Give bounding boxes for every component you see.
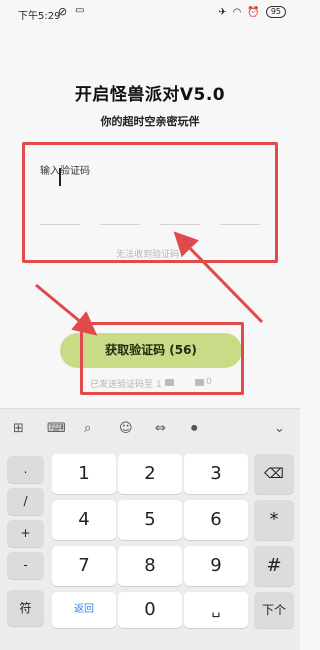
key-5[interactable]: 5 xyxy=(118,500,182,540)
key-symbols[interactable]: 符 xyxy=(7,590,44,626)
numeric-keyboard: . / + - 符 1 2 3 4 5 6 7 8 9 返回 0 ␣ ⌫ * #… xyxy=(0,450,300,650)
page-title: 开启怪兽派对V5.0 xyxy=(74,85,226,105)
airplane-icon: ✈ xyxy=(218,6,227,18)
keyboard-toolbar: ⊞ ⌨ ⌕ ☺ ⇔ ⏺ ⌄ xyxy=(0,408,300,450)
key-plus[interactable]: + xyxy=(7,520,44,547)
key-slash[interactable]: / xyxy=(7,488,44,515)
status-bar: 下午5:29 ⊘ ▭ ✈ ◠ ⏰ 95 xyxy=(0,0,300,26)
annotation-box-code-area xyxy=(22,142,278,263)
chevron-down-icon[interactable]: ⌄ xyxy=(274,421,285,436)
key-back[interactable]: 返回 xyxy=(52,592,116,628)
grid-icon[interactable]: ⊞ xyxy=(13,421,24,436)
key-9[interactable]: 9 xyxy=(184,546,248,586)
key-6[interactable]: 6 xyxy=(184,500,248,540)
key-4[interactable]: 4 xyxy=(52,500,116,540)
key-8[interactable]: 8 xyxy=(118,546,182,586)
chat-icon: ▭ xyxy=(75,5,85,16)
microphone-icon[interactable]: ⏺ xyxy=(191,421,198,436)
page-subtitle: 你的超时空亲密玩伴 xyxy=(100,115,200,128)
status-time: 下午5:29 xyxy=(18,11,61,22)
key-dot[interactable]: . xyxy=(7,456,44,483)
key-space[interactable]: ␣ xyxy=(184,592,248,628)
annotation-box-get-code xyxy=(80,322,244,395)
wifi-icon: ◠ xyxy=(232,6,242,18)
search-icon[interactable]: ⌕ xyxy=(84,421,91,436)
battery-indicator: 95 xyxy=(265,6,286,18)
key-asterisk[interactable]: * xyxy=(254,500,294,540)
key-2[interactable]: 2 xyxy=(118,454,182,494)
cursor-icon[interactable]: ⇔ xyxy=(155,421,166,436)
key-0[interactable]: 0 xyxy=(118,592,182,628)
emoji-icon[interactable]: ☺ xyxy=(119,421,133,436)
key-hash[interactable]: # xyxy=(254,546,294,586)
alarm-icon: ⏰ xyxy=(247,6,260,18)
alarm-off-icon: ⊘ xyxy=(58,5,68,18)
keyboard-icon[interactable]: ⌨ xyxy=(47,421,66,436)
key-next[interactable]: 下个 xyxy=(254,592,294,628)
key-1[interactable]: 1 xyxy=(52,454,116,494)
key-minus[interactable]: - xyxy=(7,552,44,579)
key-backspace[interactable]: ⌫ xyxy=(254,454,294,494)
key-3[interactable]: 3 xyxy=(184,454,248,494)
key-7[interactable]: 7 xyxy=(52,546,116,586)
